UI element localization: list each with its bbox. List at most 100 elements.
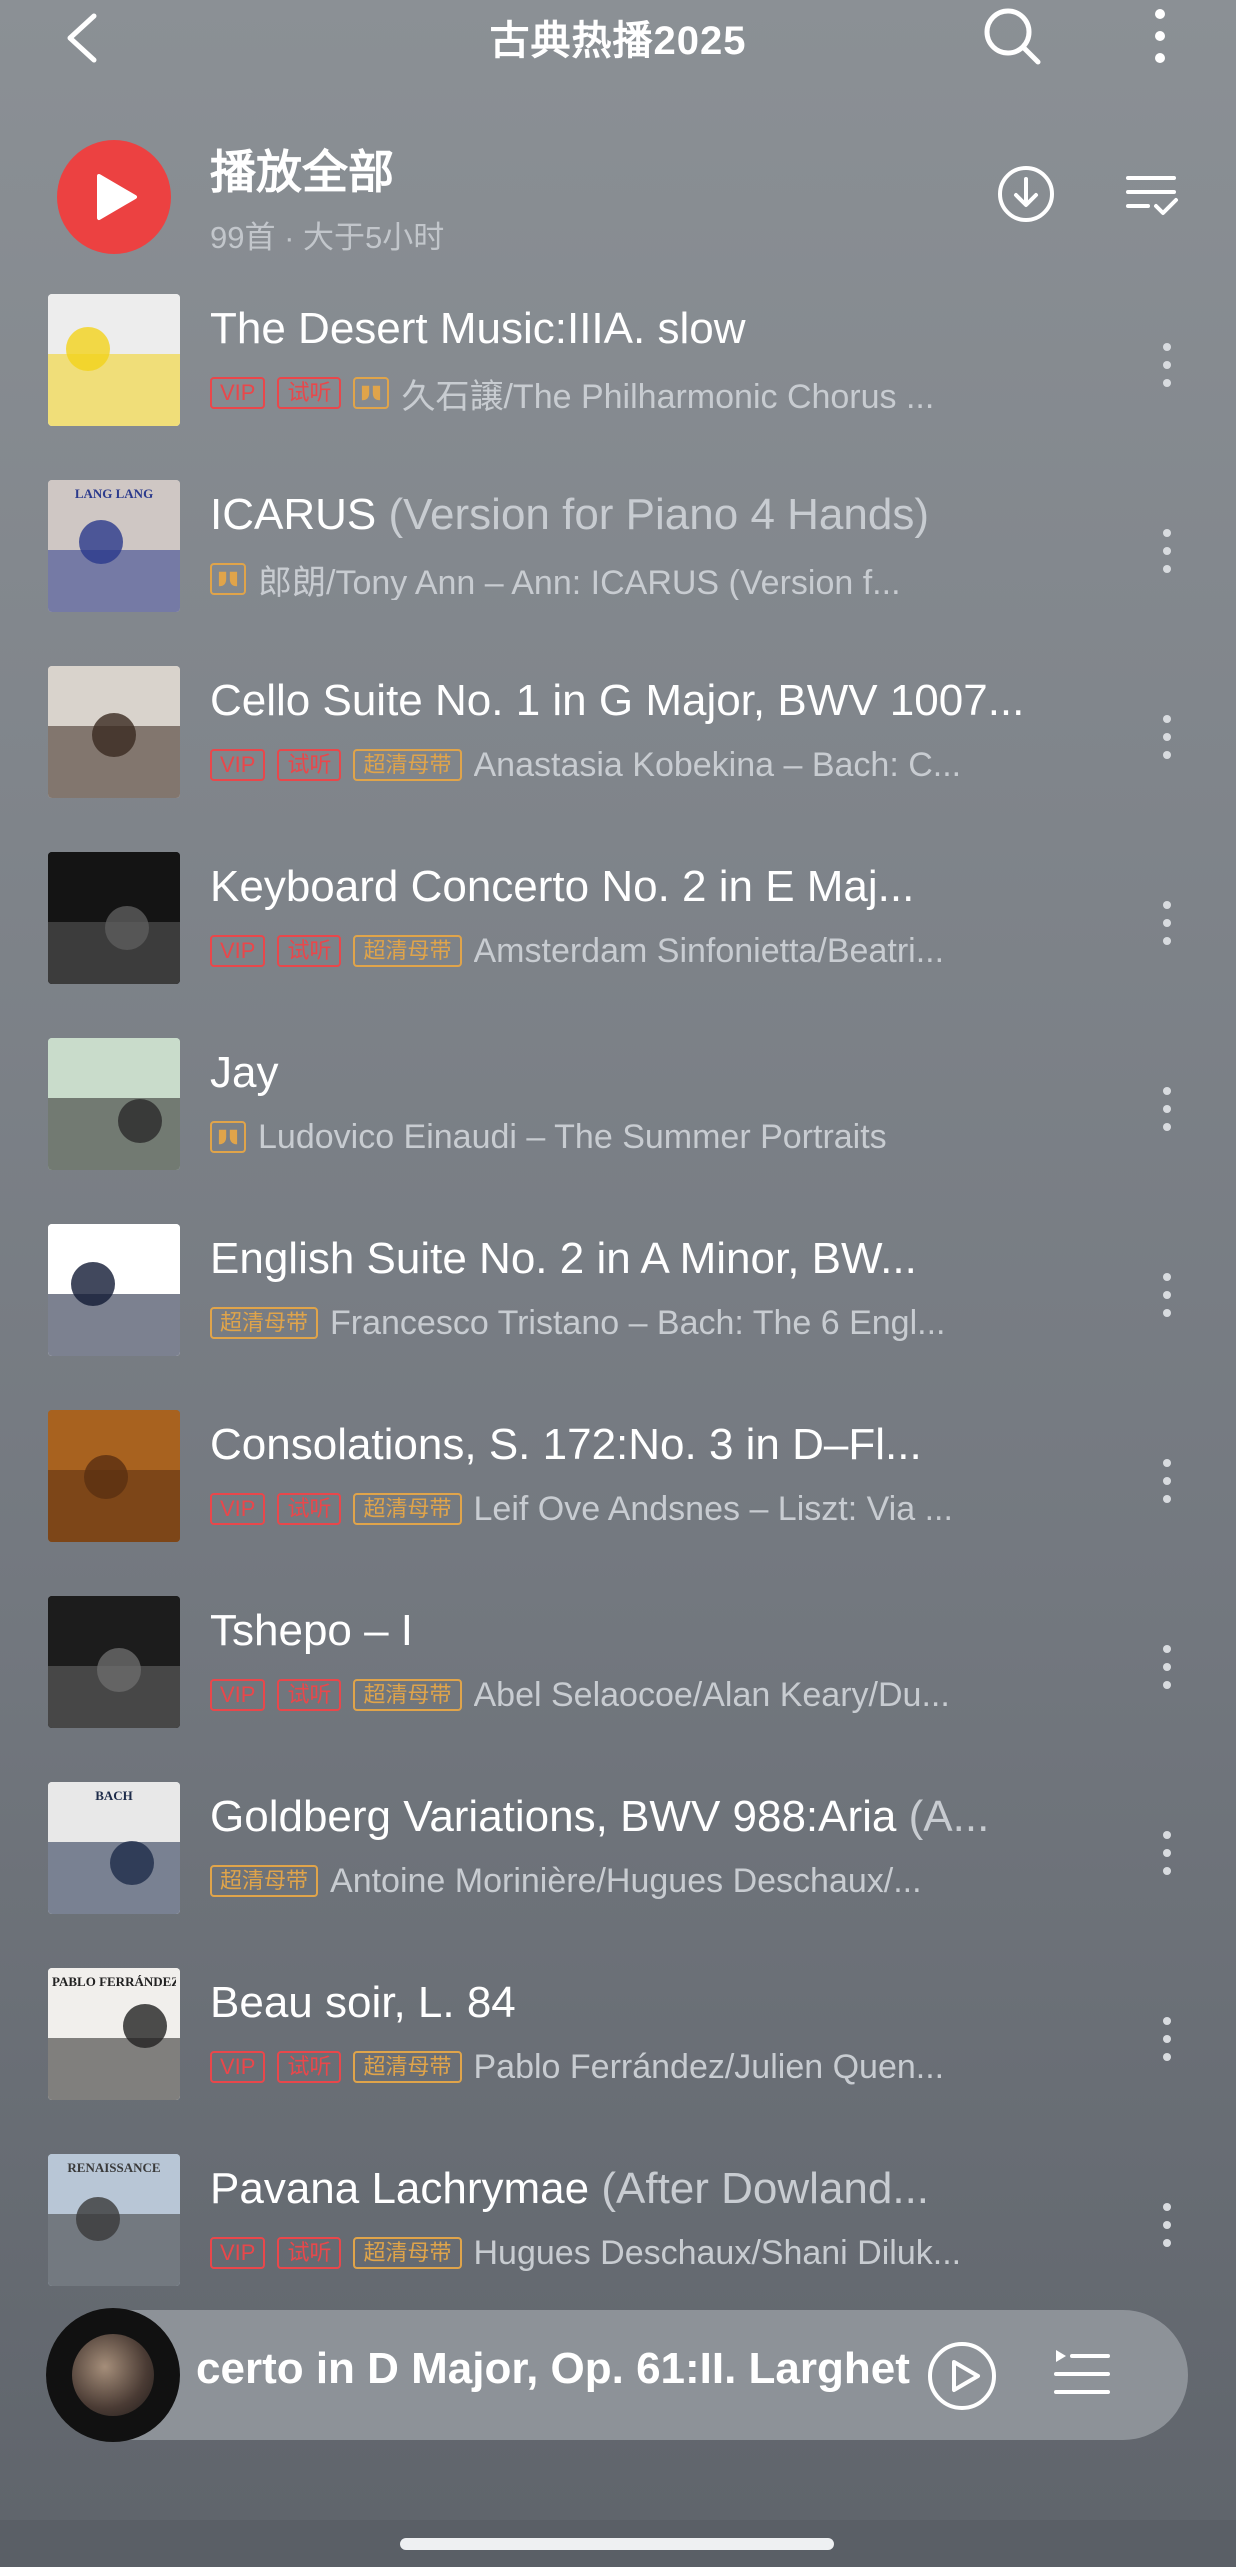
page-title: 古典热播2025: [489, 19, 747, 63]
batch-select-button[interactable]: [1124, 166, 1180, 222]
song-row[interactable]: Tshepo – I VIP 试听 超清母带 Abel Selaocoe/Alan Ke…: [0, 1588, 1236, 1774]
song-title-main: The Desert Music:IIIA. slow: [210, 304, 746, 353]
more-vertical-icon: [1163, 343, 1171, 387]
more-vertical-icon: [1163, 529, 1171, 573]
song-title: Pavana Lachrymae (After Dowland...: [210, 2164, 1090, 2214]
vip-badge: VIP: [210, 1493, 266, 1525]
song-meta: VIP 试听 久石譲/The Philharmonic Chorus ...: [210, 372, 1040, 414]
song-title-main: Jay: [210, 1048, 279, 1097]
song-more-button[interactable]: [1150, 896, 1184, 950]
list-check-icon: [1126, 176, 1178, 215]
song-artist-album: Francesco Tristano – Bach: The 6 Engl...: [330, 1303, 946, 1342]
now-playing-cover[interactable]: [46, 2308, 180, 2442]
song-meta: 郎朗/Tony Ann – Ann: ICARUS (Version f...: [210, 558, 1040, 600]
song-title-main: Keyboard Concerto No. 2 in E Maj...: [210, 862, 915, 911]
song-meta: 超清母带 Francesco Tristano – Bach: The 6 Eng…: [210, 1302, 1040, 1344]
kobekina-cover: [48, 666, 180, 798]
vip-badge: VIP: [210, 2237, 266, 2269]
song-more-button[interactable]: [1150, 524, 1184, 578]
more-vertical-icon: [1163, 715, 1171, 759]
more-options-button[interactable]: [1140, 4, 1180, 68]
song-title-main: Cello Suite No. 1 in G Major, BWV 1007..…: [210, 676, 1025, 725]
song-row[interactable]: Jay Ludovico Einaudi – The Summer Portrai…: [0, 1030, 1236, 1216]
song-title-main: ICARUS: [210, 490, 377, 539]
now-playing-title[interactable]: certo in D Major, Op. 61:II. Larghet: [196, 2344, 941, 2394]
home-indicator[interactable]: [400, 2538, 834, 2550]
song-row[interactable]: Consolations, S. 172:No. 3 in D–Fl... VIP…: [0, 1402, 1236, 1588]
song-title-main: Tshepo – I: [210, 1606, 414, 1655]
hi-res-master-badge: 超清母带: [353, 749, 462, 781]
top-bar: 古典热播2025: [0, 0, 1236, 76]
song-row[interactable]: The Desert Music:IIIA. slow VIP 试听 久石譲/The …: [0, 286, 1236, 472]
play-all-button[interactable]: [57, 140, 171, 254]
song-title: Jay: [210, 1048, 1090, 1098]
preview-badge: 试听: [277, 935, 342, 967]
song-title: Tshepo – I: [210, 1606, 1090, 1656]
song-row[interactable]: LANG LANG ICARUS (Version for Piano 4 Han…: [0, 472, 1236, 658]
dolby-audio-icon: [353, 377, 390, 409]
preview-badge: 试听: [277, 1679, 342, 1711]
song-artist-album: Leif Ove Andsnes – Liszt: Via ...: [473, 1489, 953, 1528]
song-more-button[interactable]: [1150, 1826, 1184, 1880]
song-more-button[interactable]: [1150, 338, 1184, 392]
song-row[interactable]: Keyboard Concerto No. 2 in E Maj... VIP 试听…: [0, 844, 1236, 1030]
song-row[interactable]: BACH Goldberg Variations, BWV 988:Aria (A…: [0, 1774, 1236, 1960]
beatrice-rana-cover: [48, 852, 180, 984]
vip-badge: VIP: [210, 749, 266, 781]
preview-badge: 试听: [277, 749, 342, 781]
song-more-button[interactable]: [1150, 2012, 1184, 2066]
song-meta: 超清母带 Antoine Morinière/Hugues Deschaux/..…: [210, 1860, 1040, 1902]
song-meta: VIP 试听 超清母带 Anastasia Kobekina – Bach: C...: [210, 744, 1040, 786]
download-button[interactable]: [996, 164, 1056, 224]
song-title: Goldberg Variations, BWV 988:Aria (A...: [210, 1792, 1090, 1842]
song-title: ICARUS (Version for Piano 4 Hands): [210, 490, 1090, 540]
more-vertical-icon: [1163, 1273, 1171, 1317]
more-vertical-icon: [1155, 9, 1165, 63]
player-play-button[interactable]: [926, 2340, 998, 2412]
ferrandez-cover: PABLO FERRÁNDEZ: [48, 1968, 180, 2100]
song-more-button[interactable]: [1150, 1082, 1184, 1136]
more-vertical-icon: [1163, 2203, 1171, 2247]
song-title-version: (Version for Piano 4 Hands): [376, 490, 929, 539]
song-row[interactable]: RENAISSANCE Pavana Lachrymae (After Dowla…: [0, 2146, 1236, 2332]
andsnes-cover: [48, 1410, 180, 1542]
more-vertical-icon: [1163, 1087, 1171, 1131]
song-meta: VIP 试听 超清母带 Abel Selaocoe/Alan Keary/Du...: [210, 1674, 1040, 1716]
playlist-icon: [1054, 2350, 1110, 2394]
song-more-button[interactable]: [1150, 1268, 1184, 1322]
hi-res-master-badge: 超清母带: [353, 935, 462, 967]
more-vertical-icon: [1163, 2017, 1171, 2061]
song-artist-album: Pablo Ferrández/Julien Quen...: [473, 2047, 945, 2086]
song-row[interactable]: English Suite No. 2 in A Minor, BW... 超清母…: [0, 1216, 1236, 1402]
song-meta: VIP 试听 超清母带 Leif Ove Andsnes – Liszt: Via .…: [210, 1488, 1040, 1530]
lang-lang-cover: LANG LANG: [48, 480, 180, 612]
song-more-button[interactable]: [1150, 1454, 1184, 1508]
more-vertical-icon: [1163, 901, 1171, 945]
selaocoe-cover: [48, 1596, 180, 1728]
song-title: English Suite No. 2 in A Minor, BW...: [210, 1234, 1090, 1284]
play-all-row: 播放全部 99首 · 大于5小时: [0, 130, 1236, 260]
song-more-button[interactable]: [1150, 2198, 1184, 2252]
song-title-main: English Suite No. 2 in A Minor, BW...: [210, 1234, 917, 1283]
track-count-duration: 99首 · 大于5小时: [210, 220, 445, 255]
song-title: Beau soir, L. 84: [210, 1978, 1090, 2028]
play-all-label[interactable]: 播放全部: [210, 136, 394, 202]
search-button[interactable]: [980, 4, 1044, 68]
hi-res-master-badge: 超清母带: [210, 1865, 319, 1897]
dolby-audio-icon: [210, 563, 246, 595]
song-row[interactable]: PABLO FERRÁNDEZ Beau soir, L. 84 VIP 试听 超清母带…: [0, 1960, 1236, 2146]
song-more-button[interactable]: [1150, 710, 1184, 764]
play-queue-button[interactable]: [1052, 2346, 1112, 2402]
more-vertical-icon: [1163, 1831, 1171, 1875]
search-icon: [984, 8, 1041, 65]
preview-badge: 试听: [277, 377, 342, 409]
play-circle-icon: [928, 2342, 996, 2410]
song-more-button[interactable]: [1150, 1640, 1184, 1694]
hi-res-master-badge: 超清母带: [210, 1307, 319, 1339]
song-row[interactable]: Cello Suite No. 1 in G Major, BWV 1007..…: [0, 658, 1236, 844]
song-meta: Ludovico Einaudi – The Summer Portraits: [210, 1116, 1040, 1158]
mini-player[interactable]: certo in D Major, Op. 61:II. Larghet: [46, 2308, 1188, 2442]
play-icon: [97, 174, 137, 220]
song-artist-album: Antoine Morinière/Hugues Deschaux/...: [330, 1861, 922, 1900]
song-title: The Desert Music:IIIA. slow: [210, 304, 1090, 354]
